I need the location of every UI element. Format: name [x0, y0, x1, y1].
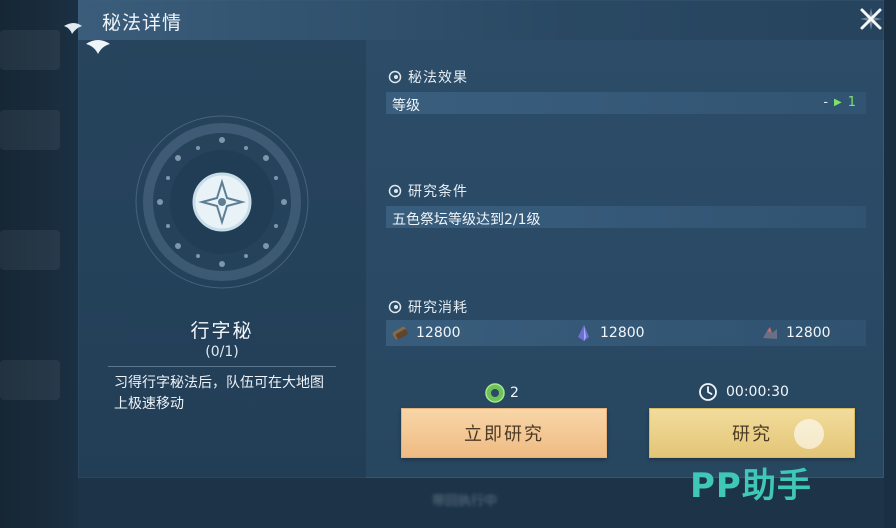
cost-heading-text: 研究消耗 — [408, 300, 468, 316]
background-left-strip — [0, 0, 78, 528]
effect-level-to: 1 — [847, 95, 856, 110]
effect-level-from: - — [823, 95, 829, 110]
instant-research-button[interactable]: 立即研究 — [401, 408, 607, 458]
research-time-text: 00:00:30 — [726, 384, 789, 400]
background-item — [0, 360, 60, 400]
effect-level-change: - ▶ 1 — [823, 95, 856, 110]
close-icon — [860, 8, 882, 30]
effect-heading-text: 秘法效果 — [408, 70, 468, 86]
cost-item-wood: 12800 — [390, 323, 461, 343]
background-item — [0, 30, 60, 70]
section-bullet-icon — [388, 184, 402, 198]
research-label: 研究 — [732, 424, 772, 445]
cost-item-crystal: 12800 — [574, 323, 645, 343]
swallow-decoration-icon — [64, 23, 110, 54]
section-bullet-icon — [388, 300, 402, 314]
skill-name: 行字秘 — [190, 320, 254, 342]
ore-resource-icon — [763, 327, 777, 339]
jade-icon — [485, 383, 505, 403]
skill-info-column: 行字秘 (0/1) 习得行字秘法后，队伍可在大地图上极速移动 — [78, 40, 366, 478]
condition-heading: 研究条件 — [388, 181, 468, 201]
close-button[interactable] — [858, 6, 884, 32]
cost-heading: 研究消耗 — [388, 297, 468, 317]
instant-research-label: 立即研究 — [464, 424, 544, 445]
clock-icon — [699, 383, 717, 401]
cost-item-ore: 12800 — [760, 323, 831, 343]
skill-description: 习得行字秘法后，队伍可在大地图上极速移动 — [114, 375, 324, 412]
effect-heading: 秘法效果 — [388, 67, 468, 87]
research-button[interactable]: 研究 — [649, 408, 855, 458]
skill-emblem-icon — [135, 115, 309, 289]
cost-amount: 12800 — [786, 325, 831, 341]
arrow-right-icon: ▶ — [834, 97, 842, 108]
effect-label: 等级 — [392, 98, 420, 114]
skill-level: (0/1) — [205, 344, 239, 360]
bottom-hint: 带回执行中 — [432, 494, 498, 509]
instant-cost: 2 — [484, 382, 519, 404]
background-right-strip — [884, 0, 896, 528]
cost-amount: 12800 — [416, 325, 461, 341]
condition-heading-text: 研究条件 — [408, 184, 468, 200]
cost-amount: 12800 — [600, 325, 645, 341]
jade-count: 2 — [510, 385, 519, 401]
research-time: 00:00:30 — [698, 382, 789, 402]
crystal-resource-icon — [578, 325, 589, 341]
condition-text: 五色祭坛等级达到2/1级 — [392, 212, 541, 228]
watermark: PP助手 — [690, 466, 812, 506]
wood-resource-icon — [392, 326, 408, 340]
section-bullet-icon — [388, 70, 402, 84]
condition-row: 五色祭坛等级达到2/1级 — [386, 206, 866, 228]
divider — [108, 366, 336, 367]
skill-detail-panel: 秘法详情 行字秘 (0/1) 习得行字秘法后，队伍可在大地图上极速移动 秘法效果… — [78, 0, 884, 478]
background-item — [0, 110, 60, 150]
background-item — [0, 230, 60, 270]
panel-header: 秘法详情 — [78, 0, 884, 40]
touch-indicator — [794, 419, 824, 449]
effect-row: 等级 - ▶ 1 — [386, 92, 866, 114]
cost-row: 12800 12800 12800 — [386, 320, 866, 346]
